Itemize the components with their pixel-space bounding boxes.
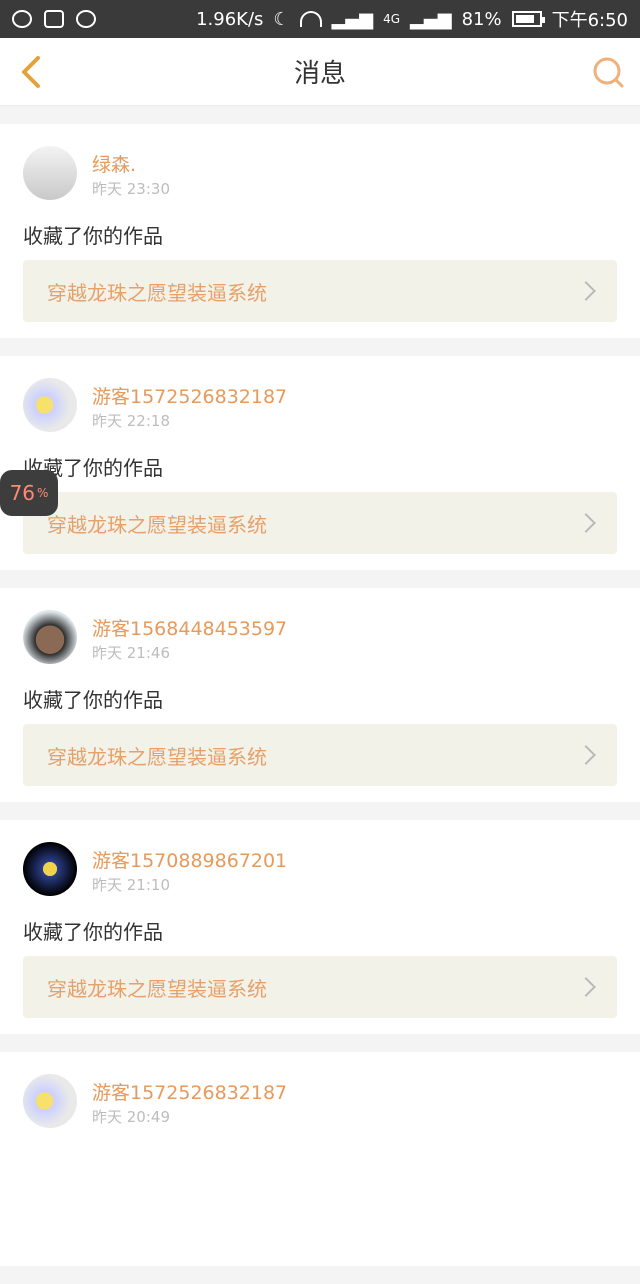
clock: 下午6:50 bbox=[551, 10, 628, 31]
chevron-right-icon bbox=[576, 281, 596, 301]
work-title: 穿越龙珠之愿望装逼系统 bbox=[47, 744, 267, 769]
floating-speed-widget[interactable]: 76% bbox=[0, 470, 58, 516]
work-title: 穿越龙珠之愿望装逼系统 bbox=[47, 280, 267, 305]
message-time: 昨天 21:46 bbox=[92, 644, 170, 662]
wifi-icon bbox=[299, 11, 322, 27]
user-name[interactable]: 游客1570889867201 bbox=[92, 846, 287, 873]
battery-percent: 81% bbox=[461, 8, 502, 30]
signal-icon: ▂▄▆ bbox=[331, 8, 374, 30]
widget-value: 76 bbox=[9, 481, 36, 505]
status-bar-right: 1.96K/s ☾ ▂▄▆ 4G ▂▄▆ 81% 下午6:50 bbox=[196, 6, 628, 32]
back-arrow-icon[interactable] bbox=[14, 54, 50, 90]
message-time: 昨天 22:18 bbox=[92, 412, 170, 430]
avatar[interactable] bbox=[23, 1074, 77, 1128]
work-title: 穿越龙珠之愿望装逼系统 bbox=[47, 976, 267, 1001]
message-card[interactable]: 游客1570889867201 昨天 21:10 收藏了你的作品 穿越龙珠之愿望… bbox=[0, 820, 640, 1034]
network-type: 4G bbox=[383, 12, 401, 26]
message-card[interactable]: 游客1572526832187 昨天 20:49 bbox=[0, 1052, 640, 1266]
image-notification-icon bbox=[44, 10, 64, 28]
avatar[interactable] bbox=[23, 146, 77, 200]
work-link[interactable]: 穿越龙珠之愿望装逼系统 bbox=[23, 956, 617, 1018]
net-speed: 1.96K/s bbox=[196, 8, 264, 30]
message-card[interactable]: 游客1572526832187 昨天 22:18 收藏了你的作品 穿越龙珠之愿望… bbox=[0, 356, 640, 570]
more-notification-icon bbox=[76, 10, 96, 28]
user-name[interactable]: 绿森. bbox=[92, 150, 136, 177]
widget-unit: % bbox=[37, 486, 49, 500]
message-time: 昨天 20:49 bbox=[92, 1108, 170, 1126]
user-name[interactable]: 游客1572526832187 bbox=[92, 1078, 287, 1105]
user-name[interactable]: 游客1568448453597 bbox=[92, 614, 287, 641]
message-action: 收藏了你的作品 bbox=[23, 688, 163, 712]
avatar[interactable] bbox=[23, 842, 77, 896]
nav-header: 消息 bbox=[0, 38, 640, 106]
moon-icon: ☾ bbox=[273, 8, 290, 30]
message-action: 收藏了你的作品 bbox=[23, 920, 163, 944]
message-card[interactable]: 绿森. 昨天 23:30 收藏了你的作品 穿越龙珠之愿望装逼系统 bbox=[0, 124, 640, 338]
message-action: 收藏了你的作品 bbox=[23, 224, 163, 248]
page-title: 消息 bbox=[293, 59, 346, 89]
message-card[interactable]: 游客1568448453597 昨天 21:46 收藏了你的作品 穿越龙珠之愿望… bbox=[0, 588, 640, 802]
user-name[interactable]: 游客1572526832187 bbox=[92, 382, 287, 409]
status-bar: 1.96K/s ☾ ▂▄▆ 4G ▂▄▆ 81% 下午6:50 bbox=[0, 0, 640, 38]
chevron-right-icon bbox=[576, 745, 596, 765]
battery-icon bbox=[511, 11, 545, 27]
avatar[interactable] bbox=[23, 378, 77, 432]
work-title: 穿越龙珠之愿望装逼系统 bbox=[47, 512, 267, 537]
message-time: 昨天 23:30 bbox=[92, 180, 170, 198]
search-icon[interactable] bbox=[590, 54, 626, 90]
work-link[interactable]: 穿越龙珠之愿望装逼系统 bbox=[23, 260, 617, 322]
app-notification-icon bbox=[12, 10, 32, 28]
avatar[interactable] bbox=[23, 610, 77, 664]
work-link[interactable]: 穿越龙珠之愿望装逼系统 bbox=[23, 724, 617, 786]
status-bar-left bbox=[12, 10, 96, 28]
chevron-right-icon bbox=[576, 513, 596, 533]
work-link[interactable]: 穿越龙珠之愿望装逼系统 bbox=[23, 492, 617, 554]
signal-icon-2: ▂▄▆ bbox=[410, 8, 452, 30]
chevron-right-icon bbox=[576, 977, 596, 997]
message-time: 昨天 21:10 bbox=[92, 876, 170, 894]
message-list: 绿森. 昨天 23:30 收藏了你的作品 穿越龙珠之愿望装逼系统 游客15725… bbox=[0, 124, 640, 1284]
